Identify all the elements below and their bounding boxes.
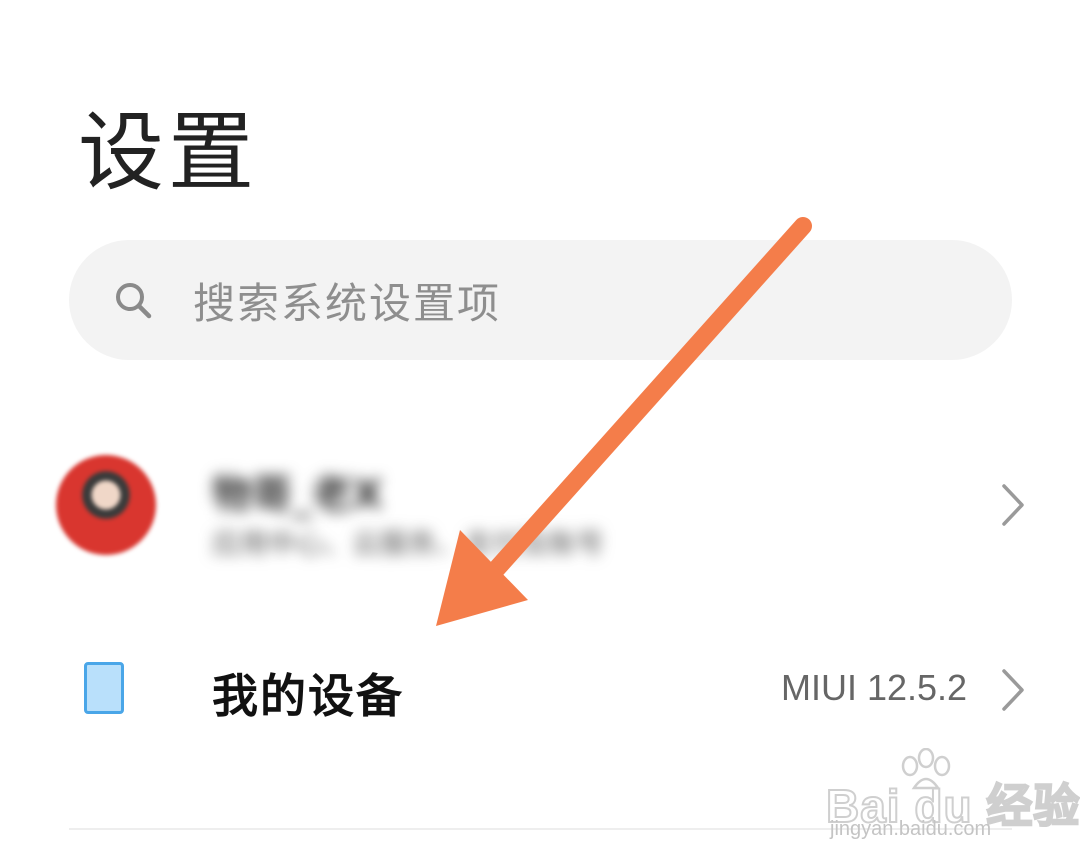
baidu-jingyan-watermark: Bai du 经验 jingyan.baidu.com: [825, 748, 1080, 848]
my-device-label: 我的设备: [212, 669, 404, 723]
search-placeholder: 搜索系统设置项: [193, 278, 502, 328]
search-icon: [113, 280, 153, 320]
my-device-row[interactable]: 我的设备 MIUI 12.5.2: [0, 620, 1080, 760]
miui-version: MIUI 12.5.2: [781, 667, 968, 708]
watermark-brand: Bai du 经验: [825, 779, 1080, 833]
account-name: 物哥_老X: [212, 472, 383, 518]
phone-icon: [84, 662, 124, 714]
page-title: 设置: [78, 103, 258, 203]
divider: [69, 828, 1012, 830]
settings-screen: 设置 搜索系统设置项 物哥_老X 应用中心、云服务、支付及账号 我的设备 MIU…: [0, 0, 1080, 865]
search-bar[interactable]: 搜索系统设置项: [69, 240, 1012, 360]
account-subtitle: 应用中心、云服务、支付及账号: [212, 527, 605, 560]
account-row[interactable]: 物哥_老X 应用中心、云服务、支付及账号: [0, 430, 1080, 580]
chevron-right-icon: [1002, 484, 1024, 526]
avatar: [56, 455, 156, 555]
chevron-right-icon: [1002, 669, 1024, 711]
